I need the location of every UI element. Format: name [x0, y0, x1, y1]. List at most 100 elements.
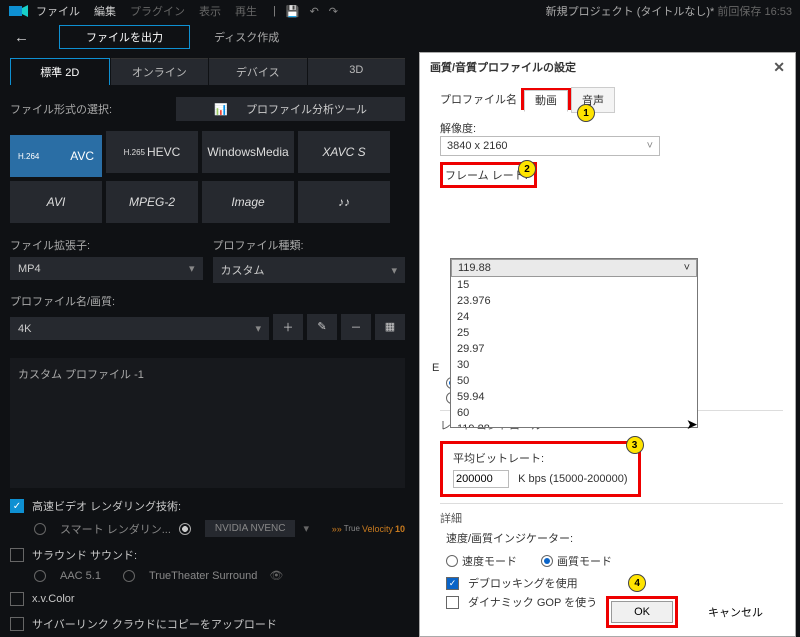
resolution-label: 解像度: — [440, 120, 783, 136]
framerate-label: フレーム レート: — [445, 167, 528, 183]
cancel-button[interactable]: キャンセル — [686, 600, 785, 624]
profile-type-select[interactable]: カスタム▾ — [213, 257, 406, 283]
speed-mode-radio[interactable] — [446, 555, 458, 567]
format-audio[interactable]: ♪♪ — [298, 181, 390, 223]
extension-label: ファイル拡張子: — [10, 237, 203, 253]
format-h265-hevc[interactable]: H.265HEVC — [106, 131, 198, 173]
badge-1: 1 — [577, 104, 595, 122]
smart-render-radio[interactable] — [34, 523, 46, 535]
file-format-label: ファイル形式の選択: — [10, 101, 112, 117]
framerate-select-current[interactable]: 119.88˅ — [451, 259, 697, 277]
bitrate-unit: K bps (15000-200000) — [518, 473, 627, 485]
badge-4: 4 — [628, 574, 646, 592]
last-saved-label: 前回保存 — [717, 6, 761, 18]
xvcolor-label: x.v.Color — [32, 593, 75, 605]
deblocking-checkbox[interactable]: ✓ — [446, 577, 459, 590]
tab-video[interactable]: 動画 — [524, 90, 568, 112]
format-h264-avc[interactable]: H.264AVC — [10, 135, 102, 177]
upload-checkbox[interactable] — [10, 617, 24, 631]
nvenc-select[interactable]: NVIDIA NVENC — [205, 520, 296, 537]
tab-online[interactable]: オンライン — [111, 58, 209, 85]
output-file-button[interactable]: ファイルを出力 — [59, 25, 190, 49]
menu-plugin[interactable]: プラグイン — [130, 3, 185, 19]
fr-option[interactable]: 60 — [451, 405, 697, 421]
dialog-title: 画質/音質プロファイルの設定 — [430, 59, 576, 76]
fr-option[interactable]: 30 — [451, 357, 697, 373]
profile-type-label: プロファイル種類: — [213, 237, 406, 253]
profile-name-label: プロファイル名/画質: — [10, 293, 405, 309]
surround-checkbox[interactable] — [10, 548, 24, 562]
fr-option[interactable]: 15 — [451, 277, 697, 293]
avg-bitrate-label: 平均ビットレート: — [453, 450, 628, 466]
menu-play[interactable]: 再生 — [235, 3, 257, 19]
format-mpeg2[interactable]: MPEG-2 — [106, 181, 198, 223]
quality-mode-radio[interactable] — [541, 555, 553, 567]
cursor-icon: ➤ — [686, 416, 698, 433]
preview-icon[interactable]: 👁 — [269, 569, 283, 582]
add-button[interactable]: ＋ — [273, 314, 303, 340]
ok-button[interactable]: OK — [611, 601, 673, 623]
chevron-down-icon: ▾ — [189, 262, 195, 275]
tab-device[interactable]: デバイス — [209, 58, 307, 85]
format-xavc-s[interactable]: XAVC S — [298, 131, 390, 173]
surround-label: サラウンド サウンド: — [32, 547, 137, 563]
format-image[interactable]: Image — [202, 181, 294, 223]
save-icon[interactable]: 💾 — [286, 5, 300, 18]
fr-option[interactable]: 25 — [451, 325, 697, 341]
entropy-label: E — [432, 362, 439, 374]
fr-option[interactable]: 119.88 — [451, 421, 697, 428]
badge-3: 3 — [626, 436, 644, 454]
back-button[interactable]: ← — [8, 29, 35, 46]
resolution-select[interactable]: 3840 x 2160˅ — [440, 136, 660, 156]
tab-standard-2d[interactable]: 標準 2D — [10, 58, 110, 85]
badge-2: 2 — [518, 160, 536, 178]
fast-render-checkbox[interactable]: ✓ — [10, 499, 24, 513]
profile-analysis-button[interactable]: 📊プロファイル分析ツール — [176, 97, 405, 121]
profile-settings-dialog: 画質/音質プロファイルの設定 ✕ プロファイル名 動画 音声 1 解像度: 38… — [419, 52, 796, 637]
chevron-down-icon: ˅ — [684, 262, 690, 274]
dynamic-gop-checkbox[interactable] — [446, 596, 459, 609]
remove-button[interactable]: － — [341, 314, 371, 340]
close-icon[interactable]: ✕ — [773, 59, 785, 76]
speed-quality-label: 速度/画質インジケーター: — [446, 530, 783, 546]
chevron-down-icon: ▾ — [255, 322, 261, 335]
extension-select[interactable]: MP4▾ — [10, 257, 203, 280]
detail-label: 詳細 — [440, 510, 783, 526]
chevron-down-icon: ˅ — [647, 140, 653, 152]
fr-option[interactable]: 24 — [451, 309, 697, 325]
details-button[interactable]: ▦ — [375, 314, 405, 340]
chevron-down-icon: ▾ — [391, 264, 397, 277]
tts-radio — [123, 570, 135, 582]
fr-option[interactable]: 59.94 — [451, 389, 697, 405]
analysis-icon: 📊 — [214, 104, 228, 116]
smart-render-label: スマート レンダリン... — [60, 521, 171, 537]
menu-edit[interactable]: 編集 — [94, 3, 116, 19]
format-windowsmedia[interactable]: WindowsMedia — [202, 131, 294, 173]
truevelocity-badge: »»TrueVelocity10 — [332, 524, 405, 534]
create-disc-button[interactable]: ディスク作成 — [214, 29, 279, 45]
menu-bar: ファイル 編集 プラグイン 表示 再生 — [36, 3, 257, 19]
upload-label: サイバーリンク クラウドにコピーをアップロード — [32, 616, 277, 632]
avg-bitrate-input[interactable] — [453, 470, 509, 488]
custom-profile-box: カスタム プロファイル -1 — [10, 358, 405, 488]
fast-render-label: 高速ビデオ レンダリング技術: — [32, 498, 181, 514]
framerate-dropdown[interactable]: 119.88˅ 15 23.976 24 25 29.97 30 50 59.9… — [450, 258, 698, 428]
app-logo — [8, 3, 30, 19]
format-avi[interactable]: AVI — [10, 181, 102, 223]
last-saved-time: 16:53 — [764, 6, 792, 18]
tab-3d[interactable]: 3D — [308, 58, 406, 85]
fr-option[interactable]: 29.97 — [451, 341, 697, 357]
fr-option[interactable]: 50 — [451, 373, 697, 389]
nvenc-radio[interactable] — [179, 523, 191, 535]
edit-button[interactable]: ✎ — [307, 314, 337, 340]
project-title: 新規プロジェクト (タイトルなし)* — [546, 6, 715, 18]
undo-icon[interactable]: ↶ — [310, 5, 319, 18]
xvcolor-checkbox[interactable] — [10, 592, 24, 606]
profile-name-select[interactable]: 4K▾ — [10, 317, 269, 340]
divider: | — [273, 5, 276, 18]
menu-file[interactable]: ファイル — [36, 3, 80, 19]
menu-view[interactable]: 表示 — [199, 3, 221, 19]
aac51-radio — [34, 570, 46, 582]
redo-icon: ↷ — [329, 5, 338, 18]
fr-option[interactable]: 23.976 — [451, 293, 697, 309]
